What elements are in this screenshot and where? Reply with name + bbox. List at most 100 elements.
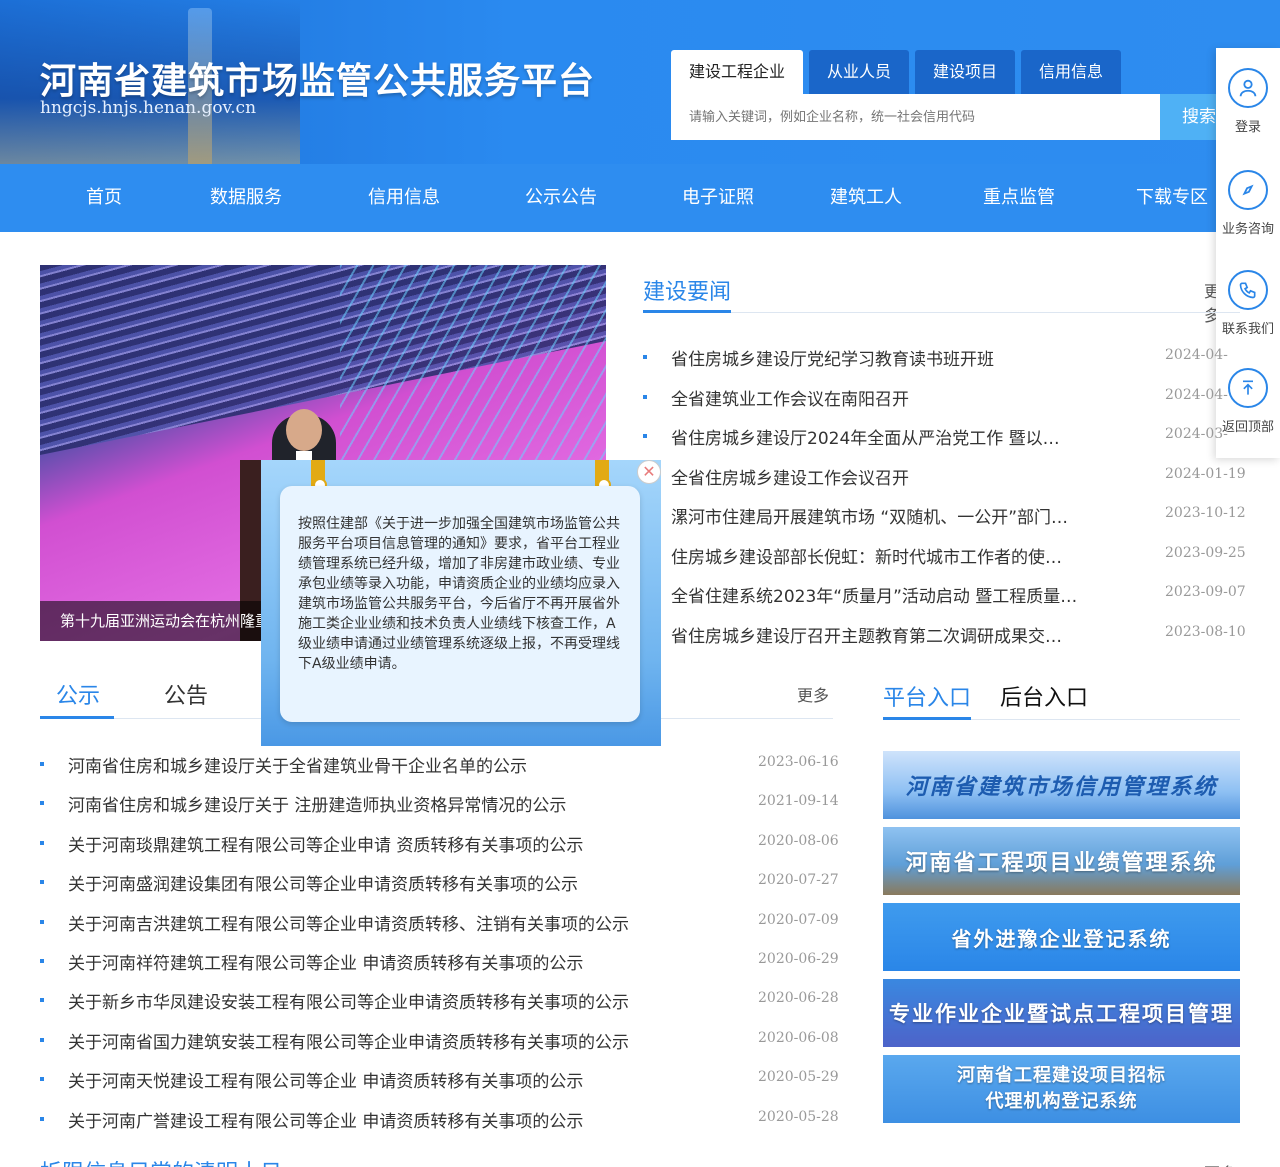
- news-item-title: 省住房城乡建设厅召开主题教育第二次调研成果交…: [671, 626, 1062, 647]
- news-item[interactable]: 全省建筑业工作会议在南阳召开 2024-04-: [643, 385, 1240, 410]
- tab-announcement[interactable]: 公告: [164, 678, 208, 710]
- news-divider: [643, 312, 1240, 313]
- popup-text: 按照住建部《关于进一步加强全国建筑市场监管公共服务平台项目信息管理的通知》要求，…: [298, 516, 620, 672]
- news-item[interactable]: 漯河市住建局开展建筑市场 “双随机、一公开”部门… 2023-10-12: [643, 503, 1246, 528]
- news-item[interactable]: 省住房城乡建设厅党纪学习教育读书班开班 2024-04-: [643, 345, 1240, 370]
- notice-item-date: 2020-05-29: [758, 1069, 839, 1086]
- news-title-underline: [643, 310, 731, 313]
- nav-e-license[interactable]: 电子证照: [668, 164, 768, 232]
- search-tab-personnel[interactable]: 从业人员: [809, 50, 910, 94]
- news-item-title: 省住房城乡建设厅2024年全面从严治党工作 暨以…: [671, 429, 1060, 449]
- nav-credit-info[interactable]: 信用信息: [354, 164, 454, 232]
- news-item-date: 2023-10-12: [1165, 505, 1246, 521]
- notice-tab-underline: [40, 716, 114, 719]
- notice-item[interactable]: 河南省住房和城乡建设厅关于 注册建造师执业资格异常情况的公示 2021-09-14: [40, 791, 839, 817]
- tab-platform-entry[interactable]: 平台入口: [883, 680, 971, 712]
- nav-key-supervision[interactable]: 重点监管: [969, 164, 1069, 232]
- bullet-icon: [643, 434, 647, 438]
- notice-item-title: 关于河南吉洪建筑工程有限公司等企业申请资质转移、注销有关事项的公示: [68, 914, 629, 935]
- notice-item[interactable]: 河南省住房和城乡建设厅关于全省建筑业骨干企业名单的公示 2023-06-16: [40, 752, 839, 777]
- news-item-title: 漯河市住建局开展建筑市场 “双随机、一公开”部门…: [671, 508, 1069, 528]
- news-more-link[interactable]: 更多: [1204, 278, 1216, 326]
- notice-more-link[interactable]: 更多: [797, 682, 829, 706]
- bullet-icon: [40, 998, 44, 1003]
- nav-home[interactable]: 首页: [60, 164, 148, 232]
- sidebar-consult-label: 业务咨询: [1221, 222, 1274, 237]
- news-item-title: 全省建筑业工作会议在南阳召开: [671, 389, 909, 410]
- notice-item-title: 关于河南天悦建设工程有限公司等企业 申请资质转移有关事项的公示: [68, 1072, 584, 1093]
- news-section-title: 建设要闻: [643, 280, 732, 305]
- notice-item-title: 关于河南祥符建筑工程有限公司等企业 申请资质转移有关事项的公示: [68, 954, 584, 974]
- search-tabs: 建设工程企业 从业人员 建设项目 信用信息: [671, 50, 1122, 94]
- tab-notice[interactable]: 公示: [56, 678, 100, 710]
- nav-announcements[interactable]: 公示公告: [511, 164, 611, 232]
- banner-performance-system[interactable]: 河南省工程项目业绩管理系统: [883, 827, 1240, 895]
- banner-bidding-agency-line1: 河南省工程建设项目招标: [957, 1065, 1166, 1086]
- search-tab-project[interactable]: 建设项目: [915, 50, 1016, 94]
- banner-bidding-agency[interactable]: 河南省工程建设项目招标 代理机构登记系统: [883, 1055, 1240, 1123]
- notice-item-date: 2020-08-06: [758, 832, 839, 849]
- notice-item-title: 关于河南广誉建设工程有限公司等企业 申请资质转移有关事项的公示: [68, 1111, 584, 1132]
- notice-item[interactable]: 关于河南天悦建设工程有限公司等企业 申请资质转移有关事项的公示 2020-05-2…: [40, 1067, 839, 1093]
- bullet-icon: [40, 840, 44, 845]
- news-item-date: 2023-08-10: [1165, 623, 1246, 640]
- news-item[interactable]: 省住房城乡建设厅2024年全面从严治党工作 暨以… 2024-03-: [643, 424, 1240, 449]
- compass-icon: [1228, 170, 1268, 210]
- notice-item-title: 关于河南省国力建筑安装工程有限公司等企业申请资质转移有关事项的公示: [68, 1032, 629, 1053]
- news-item-title: 全省住房城乡建设工作会议召开: [671, 468, 909, 489]
- search-tab-credit[interactable]: 信用信息: [1021, 50, 1122, 94]
- news-item-date: 2024-04-: [1165, 386, 1228, 403]
- banner-credit-system[interactable]: 河南省建筑市场信用管理系统: [883, 751, 1240, 819]
- notice-item-title: 河南省住房和城乡建设厅关于 注册建造师执业资格异常情况的公示: [68, 796, 567, 817]
- sidebar-login-label: 登录: [1234, 120, 1261, 135]
- sidebar-consult[interactable]: 业务咨询: [1216, 170, 1280, 237]
- tab-backend-entry[interactable]: 后台入口: [1000, 680, 1088, 712]
- notice-item-date: 2020-06-29: [758, 951, 839, 967]
- news-item[interactable]: 住房城乡建设部部长倪虹：新时代城市工作者的使… 2023-09-25: [643, 543, 1246, 568]
- notice-item[interactable]: 关于河南盛润建设集团有限公司等企业申请资质转移有关事项的公示 2020-07-27: [40, 870, 839, 895]
- bullet-icon: [40, 1037, 44, 1042]
- site-title: 河南省建筑市场监管公共服务平台: [40, 61, 596, 102]
- banner-bidding-agency-line2: 代理机构登记系统: [985, 1091, 1138, 1112]
- search-tab-enterprise[interactable]: 建设工程企业: [671, 50, 804, 94]
- banner-out-of-province[interactable]: 省外进豫企业登记系统: [883, 903, 1240, 971]
- bullet-icon: [40, 762, 44, 766]
- bullet-icon: [40, 919, 44, 924]
- sidebar-contact-label: 联系我们: [1221, 322, 1274, 337]
- notice-item[interactable]: 关于河南广誉建设工程有限公司等企业 申请资质转移有关事项的公示 2020-05-2…: [40, 1107, 839, 1132]
- banner-out-of-province-label: 省外进豫企业登记系统: [951, 926, 1172, 951]
- news-item[interactable]: 省住房城乡建设厅召开主题教育第二次调研成果交… 2023-08-10: [643, 622, 1246, 647]
- news-item[interactable]: 全省住房城乡建设工作会议召开 2024-01-19: [643, 464, 1246, 489]
- nav-data-service[interactable]: 数据服务: [196, 164, 296, 232]
- news-item-title: 省住房城乡建设厅党纪学习教育读书班开班: [671, 350, 994, 370]
- bullet-icon: [40, 801, 44, 806]
- close-icon[interactable]: ✕: [637, 460, 661, 484]
- news-item-date: 2024-04-: [1165, 347, 1228, 363]
- notice-item[interactable]: 关于河南祥符建筑工程有限公司等企业 申请资质转移有关事项的公示 2020-06-2…: [40, 949, 839, 974]
- footer-section-title: 拆限信息目常的清明十日: [40, 1155, 282, 1167]
- notice-item[interactable]: 关于河南吉洪建筑工程有限公司等企业申请资质转移、注销有关事项的公示 2020-07…: [40, 910, 839, 935]
- news-item-date: 2023-09-07: [1165, 584, 1246, 600]
- banner-performance-system-label: 河南省工程项目业绩管理系统: [905, 851, 1218, 876]
- nav-workers[interactable]: 建筑工人: [816, 164, 916, 232]
- popup-card: 按照住建部《关于进一步加强全国建筑市场监管公共服务平台项目信息管理的通知》要求，…: [280, 486, 640, 722]
- news-item-title: 全省住建系统2023年“质量月”活动启动 暨工程质量…: [671, 587, 1078, 607]
- footer-more-link[interactable]: 更多: [1204, 1160, 1236, 1167]
- banner-specialized-operation[interactable]: 专业作业企业暨试点工程项目管理: [883, 979, 1240, 1047]
- notice-item[interactable]: 关于河南省国力建筑安装工程有限公司等企业申请资质转移有关事项的公示 2020-06…: [40, 1028, 839, 1053]
- nav-downloads[interactable]: 下载专区: [1122, 164, 1222, 232]
- news-item[interactable]: 全省住建系统2023年“质量月”活动启动 暨工程质量… 2023-09-07: [643, 582, 1246, 607]
- sidebar-contact[interactable]: 联系我们: [1216, 270, 1280, 337]
- notice-item[interactable]: 关于新乡市华凤建设安装工程有限公司等企业申请资质转移有关事项的公示 2020-06…: [40, 988, 839, 1013]
- notice-item-date: 2020-06-28: [758, 990, 839, 1007]
- search-input[interactable]: [671, 94, 1161, 140]
- news-item-date: 2024-03-: [1165, 426, 1228, 442]
- notice-item[interactable]: 关于河南琰鼎建筑工程有限公司等企业申请 资质转移有关事项的公示 2020-08-0…: [40, 831, 839, 856]
- news-item-date: 2023-09-25: [1165, 544, 1246, 561]
- header-banner: 河南省建筑市场监管公共服务平台 hngcjs.hnjs.henan.gov.cn…: [0, 0, 1280, 164]
- notice-item-date: 2020-05-28: [758, 1108, 839, 1125]
- phone-icon: [1228, 270, 1268, 310]
- platform-tab-underline: [883, 717, 971, 720]
- user-icon: [1228, 68, 1268, 108]
- sidebar-login[interactable]: 登录: [1216, 68, 1280, 135]
